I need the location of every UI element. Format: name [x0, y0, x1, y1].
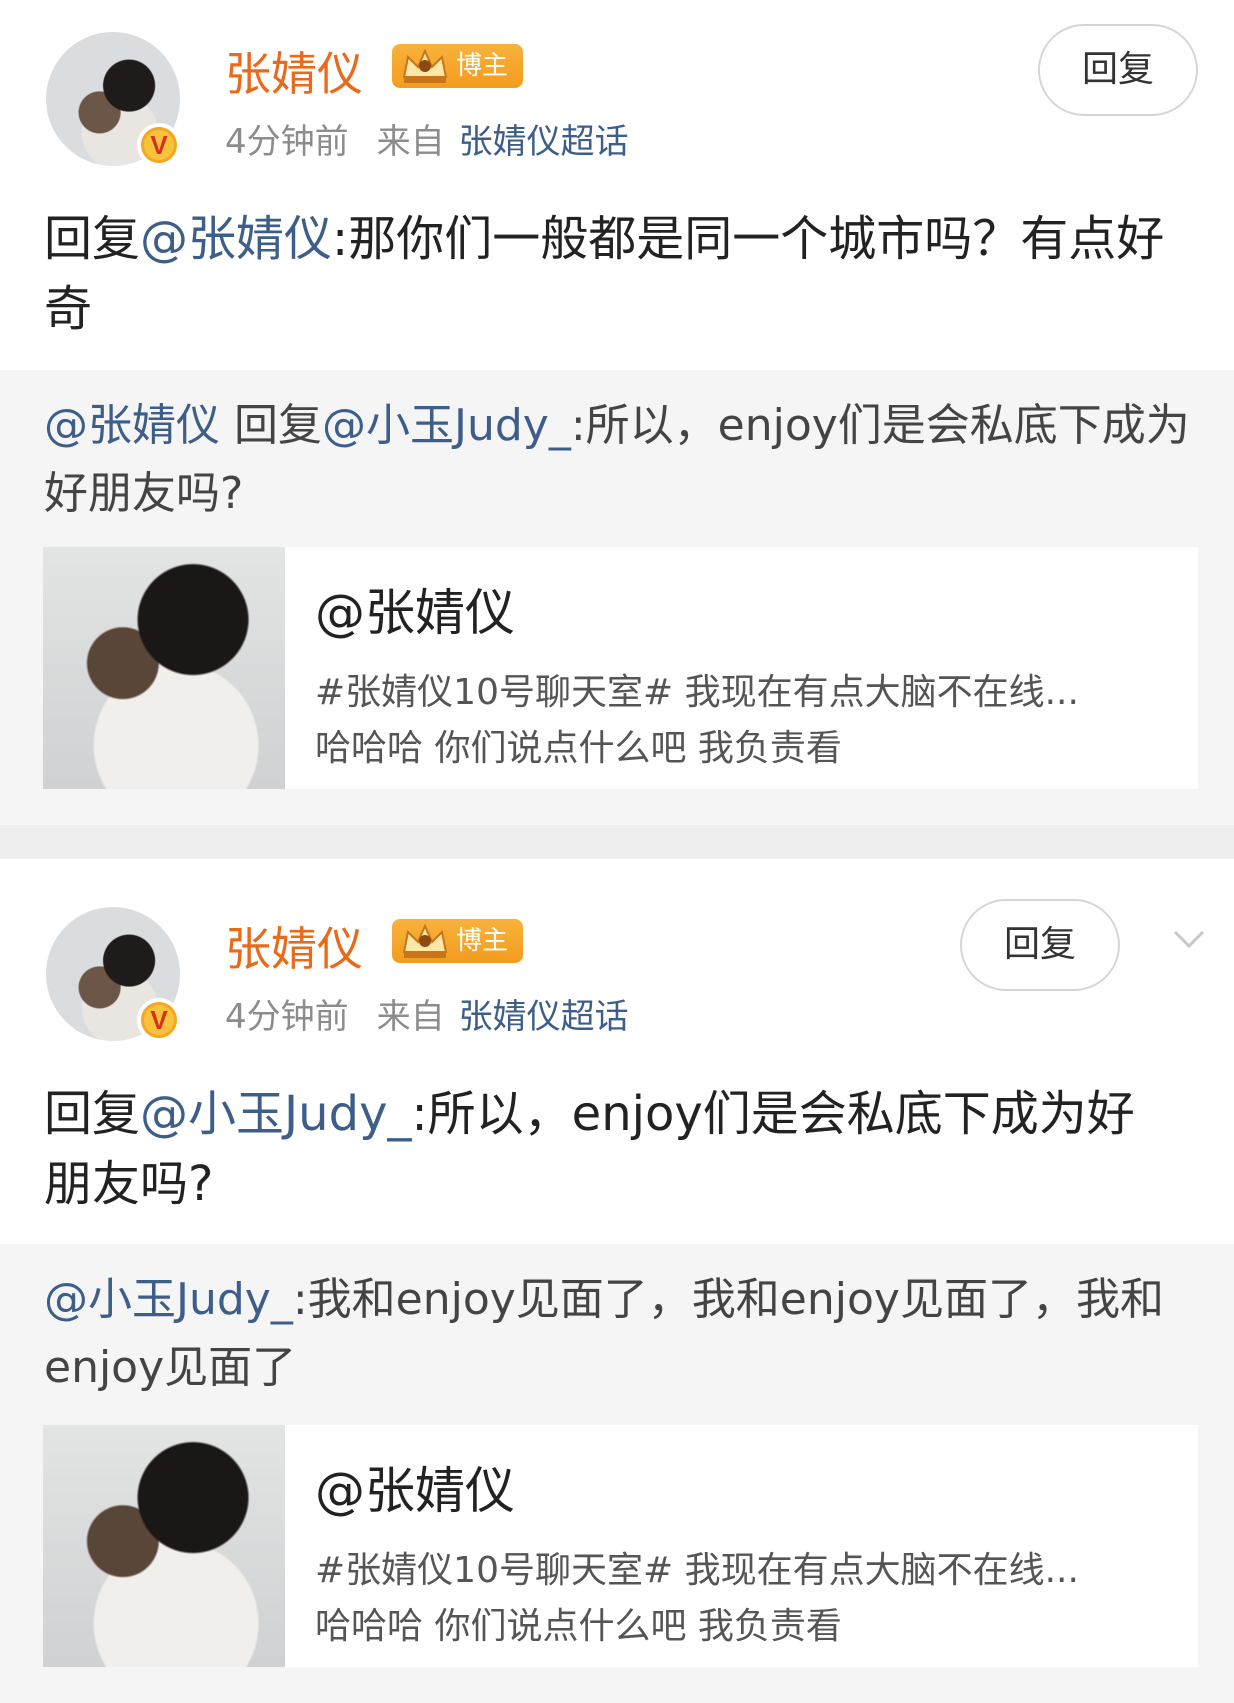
mention-link[interactable]: @小玉Judy_: [44, 1274, 293, 1325]
crown-icon: [402, 48, 448, 83]
mention-link[interactable]: @张婧仪: [140, 211, 332, 267]
reply-button[interactable]: 回复: [1038, 24, 1198, 116]
mention-link[interactable]: @小玉Judy_: [140, 1086, 411, 1142]
timestamp: 4分钟前: [225, 997, 349, 1037]
card-description: #张婧仪10号聊天室# 我现在有点大脑不在线... 哈哈哈 你们说点什么吧 我负…: [315, 1550, 1079, 1647]
timestamp: 4分钟前: [225, 122, 349, 162]
comment-text: 回复@小玉Judy_:所以，enjoy们是会私底下成为好朋友吗?: [44, 1086, 1135, 1212]
card-title: @张婧仪: [315, 1462, 515, 1520]
source-link[interactable]: 张婧仪超话: [459, 122, 629, 162]
verified-icon: V: [137, 998, 181, 1042]
card-description: #张婧仪10号聊天室# 我现在有点大脑不在线... 哈哈哈 你们说点什么吧 我负…: [315, 672, 1079, 769]
username[interactable]: 张婧仪: [225, 38, 363, 104]
source-link[interactable]: 张婧仪超话: [459, 997, 629, 1037]
blogger-badge: 博主: [392, 919, 523, 963]
post-thumbnail: [43, 547, 285, 789]
verified-icon: V: [137, 123, 181, 167]
card-title: @张婧仪: [315, 584, 515, 642]
mention-link[interactable]: @小玉Judy_: [322, 400, 571, 451]
comment-card: V 张婧仪 博主 4分钟前 来自 张婧仪超话 回复 回复@张婧仪:那你们一般都是同一…: [0, 0, 1234, 370]
original-post-card[interactable]: @张婧仪 #张婧仪10号聊天室# 我现在有点大脑不在线... 哈哈哈 你们说点什…: [43, 1425, 1198, 1667]
original-post-card[interactable]: @张婧仪 #张婧仪10号聊天室# 我现在有点大脑不在线... 哈哈哈 你们说点什…: [43, 547, 1198, 789]
comment-card: V 张婧仪 博主 4分钟前 来自 张婧仪超话 回复 回复@小玉Judy_:所以，en…: [0, 859, 1234, 1244]
comment-text: 回复@张婧仪:那你们一般都是同一个城市吗？有点好奇: [44, 211, 1165, 337]
post-thumbnail: [43, 1425, 285, 1667]
from-label: 来自: [376, 122, 445, 162]
quoted-reply[interactable]: @张婧仪 回复@小玉Judy_:所以，enjoy们是会私底下成为好朋友吗? @张…: [0, 370, 1234, 825]
divider: [0, 825, 1234, 859]
mention-link[interactable]: @张婧仪: [44, 400, 220, 451]
quoted-text: @小玉Judy_:我和enjoy见面了，我和enjoy见面了，我和enjoy见面…: [44, 1274, 1164, 1393]
quoted-reply[interactable]: @小玉Judy_:我和enjoy见面了，我和enjoy见面了，我和enjoy见面…: [0, 1244, 1234, 1703]
from-label: 来自: [376, 997, 445, 1037]
post-meta: 4分钟前 来自 张婧仪超话: [225, 114, 629, 163]
crown-icon: [402, 923, 448, 958]
username[interactable]: 张婧仪: [225, 913, 363, 979]
chevron-down-icon[interactable]: [1172, 921, 1206, 955]
quoted-text: @张婧仪 回复@小玉Judy_:所以，enjoy们是会私底下成为好朋友吗?: [44, 400, 1190, 519]
blogger-badge: 博主: [392, 44, 523, 88]
reply-button[interactable]: 回复: [960, 899, 1120, 991]
blogger-badge-label: 博主: [456, 926, 509, 956]
post-meta: 4分钟前 来自 张婧仪超话: [225, 989, 629, 1038]
blogger-badge-label: 博主: [456, 51, 509, 81]
